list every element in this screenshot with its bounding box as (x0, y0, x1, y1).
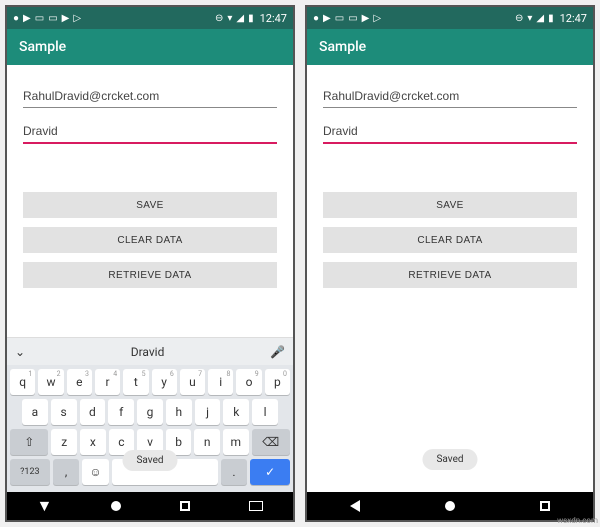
signal-icon: ◢ (536, 13, 544, 24)
status-icon: ▶ (62, 13, 70, 24)
app-bar: Sample (307, 29, 593, 65)
wifi-icon: ▾ (527, 13, 532, 24)
key-enter[interactable]: ✓ (250, 459, 290, 485)
key-j[interactable]: j (195, 399, 221, 425)
key-shift[interactable]: ⇧ (10, 429, 48, 455)
keyboard-suggestion-bar: ⌄ Dravid 🎤 (7, 337, 293, 365)
keyboard-row-4: ?123 , ☺ . ✓ Saved (10, 459, 290, 485)
toast: Saved (122, 450, 177, 471)
key-t[interactable]: 5t (123, 369, 148, 395)
battery-icon: ▮ (548, 13, 554, 24)
mic-icon[interactable]: 🎤 (270, 345, 285, 359)
keyboard: 1q 2w 3e 4r 5t 6y 7u 8i 9o 0p a s d f g … (7, 365, 293, 492)
key-x[interactable]: x (80, 429, 106, 455)
status-icon: ● (313, 13, 319, 24)
keyboard-row-1: 1q 2w 3e 4r 5t 6y 7u 8i 9o 0p (10, 369, 290, 395)
key-a[interactable]: a (22, 399, 48, 425)
status-bar: ● ▶ ▭ ▭ ▶ ▷ ⊖ ▾ ◢ ▮ 12:47 (7, 7, 293, 29)
nav-bar (307, 492, 593, 520)
status-icons-left: ● ▶ ▭ ▭ ▶ ▷ (313, 13, 381, 24)
key-m[interactable]: m (223, 429, 249, 455)
nav-recent-icon[interactable] (540, 501, 550, 511)
device-left: ● ▶ ▭ ▭ ▶ ▷ ⊖ ▾ ◢ ▮ 12:47 Sample SAVE CL… (5, 5, 295, 522)
status-icon: ▶ (323, 13, 331, 24)
clock: 12:47 (560, 12, 587, 25)
key-backspace[interactable]: ⌫ (252, 429, 290, 455)
key-emoji[interactable]: ☺ (82, 459, 109, 485)
dnd-icon: ⊖ (515, 13, 523, 24)
nav-keyboard-icon[interactable] (249, 501, 263, 511)
key-e[interactable]: 3e (67, 369, 92, 395)
watermark: wsxdn.com (557, 516, 598, 525)
suggestion-text[interactable]: Dravid (25, 345, 270, 359)
retrieve-button[interactable]: RETRIEVE DATA (323, 262, 577, 288)
status-icon: ▭ (35, 13, 44, 24)
key-q[interactable]: 1q (10, 369, 35, 395)
status-bar: ● ▶ ▭ ▭ ▶ ▷ ⊖ ▾ ◢ ▮ 12:47 (307, 7, 593, 29)
key-d[interactable]: d (80, 399, 106, 425)
status-icons-right: ⊖ ▾ ◢ ▮ 12:47 (215, 12, 287, 25)
status-icon: ▭ (335, 13, 344, 24)
key-y[interactable]: 6y (152, 369, 177, 395)
key-u[interactable]: 7u (180, 369, 205, 395)
status-icon: ▶ (362, 13, 370, 24)
key-g[interactable]: g (137, 399, 163, 425)
clear-button[interactable]: CLEAR DATA (23, 227, 277, 253)
key-s[interactable]: s (51, 399, 77, 425)
status-icon: ▷ (373, 13, 381, 24)
key-i[interactable]: 8i (208, 369, 233, 395)
app-title: Sample (319, 39, 366, 55)
keyboard-row-2: a s d f g h j k l (10, 399, 290, 425)
clock: 12:47 (260, 12, 287, 25)
status-icon: ▭ (348, 13, 357, 24)
wifi-icon: ▾ (227, 13, 232, 24)
status-icon: ▶ (23, 13, 31, 24)
dnd-icon: ⊖ (215, 13, 223, 24)
clear-button[interactable]: CLEAR DATA (323, 227, 577, 253)
battery-icon: ▮ (248, 13, 254, 24)
email-field[interactable] (323, 83, 577, 108)
status-icon: ▭ (48, 13, 57, 24)
app-title: Sample (19, 39, 66, 55)
email-field[interactable] (23, 83, 277, 108)
name-field[interactable] (323, 118, 577, 144)
key-f[interactable]: f (108, 399, 134, 425)
main-content: SAVE CLEAR DATA RETRIEVE DATA (7, 65, 293, 337)
key-k[interactable]: k (223, 399, 249, 425)
key-o[interactable]: 9o (236, 369, 261, 395)
nav-bar: ▼ (7, 492, 293, 520)
key-w[interactable]: 2w (38, 369, 63, 395)
main-content: SAVE CLEAR DATA RETRIEVE DATA Saved (307, 65, 593, 492)
key-r[interactable]: 4r (95, 369, 120, 395)
retrieve-button[interactable]: RETRIEVE DATA (23, 262, 277, 288)
nav-down-icon[interactable]: ▼ (37, 496, 53, 516)
nav-recent-icon[interactable] (180, 501, 190, 511)
key-z[interactable]: z (51, 429, 77, 455)
key-n[interactable]: n (194, 429, 220, 455)
nav-home-icon[interactable] (111, 501, 121, 511)
status-icons-right: ⊖ ▾ ◢ ▮ 12:47 (515, 12, 587, 25)
key-symbols[interactable]: ?123 (10, 459, 50, 485)
app-bar: Sample (7, 29, 293, 65)
device-right: ● ▶ ▭ ▭ ▶ ▷ ⊖ ▾ ◢ ▮ 12:47 Sample SAVE CL… (305, 5, 595, 522)
key-l[interactable]: l (252, 399, 278, 425)
save-button[interactable]: SAVE (23, 192, 277, 218)
nav-back-icon[interactable] (350, 500, 360, 512)
key-p[interactable]: 0p (265, 369, 290, 395)
nav-home-icon[interactable] (445, 501, 455, 511)
name-field[interactable] (23, 118, 277, 144)
signal-icon: ◢ (236, 13, 244, 24)
save-button[interactable]: SAVE (323, 192, 577, 218)
status-icons-left: ● ▶ ▭ ▭ ▶ ▷ (13, 13, 81, 24)
key-period[interactable]: . (221, 459, 248, 485)
status-icon: ● (13, 13, 19, 24)
key-h[interactable]: h (166, 399, 192, 425)
status-icon: ▷ (73, 13, 81, 24)
toast: Saved (422, 449, 477, 470)
key-comma[interactable]: , (53, 459, 80, 485)
collapse-keyboard-icon[interactable]: ⌄ (15, 345, 25, 359)
